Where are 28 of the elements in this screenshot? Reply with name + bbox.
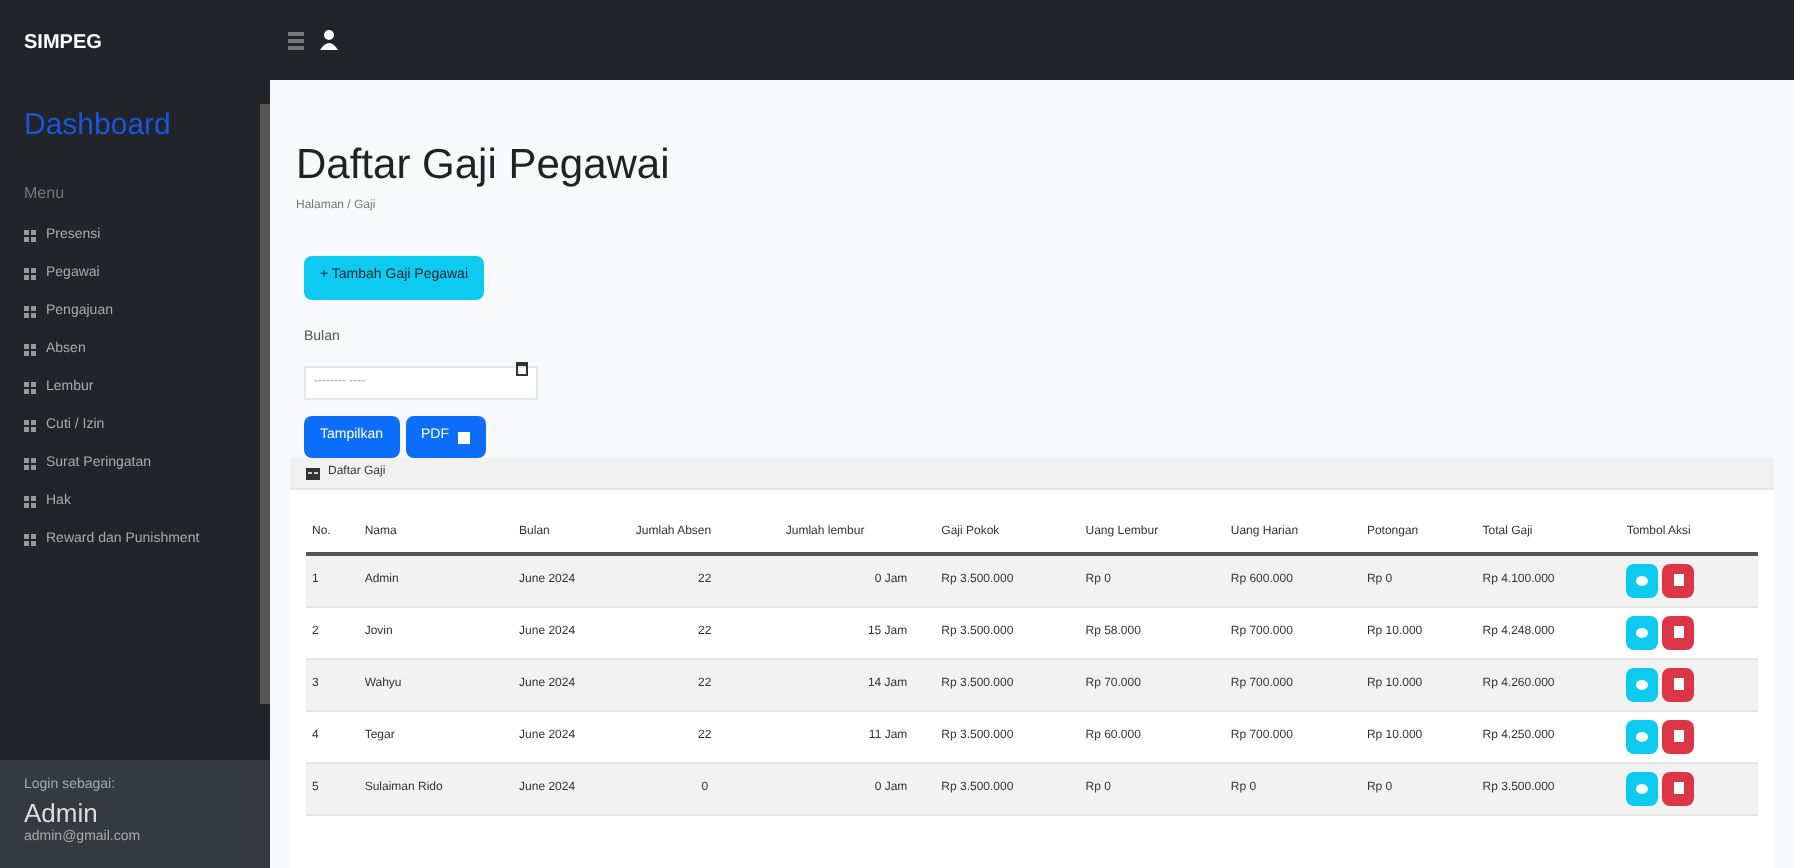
eye-icon — [1636, 731, 1649, 741]
page-title: Daftar Gaji Pegawai — [296, 140, 672, 192]
menu-heading: Menu — [24, 181, 67, 205]
delete-button[interactable] — [1662, 667, 1695, 701]
grid-icon — [24, 533, 36, 545]
calendar-icon[interactable] — [516, 362, 528, 376]
user-icon[interactable] — [320, 30, 338, 50]
delete-button[interactable] — [1662, 615, 1695, 649]
scrollbar[interactable] — [260, 104, 270, 704]
menu-icon[interactable] — [288, 31, 304, 49]
grid-icon — [24, 381, 36, 393]
eye-icon — [1636, 783, 1649, 793]
grid-icon — [24, 495, 36, 507]
brand-name[interactable]: SIMPEG — [24, 32, 102, 54]
grid-icon — [24, 457, 36, 469]
user-name: Admin — [24, 797, 100, 827]
eye-icon — [1636, 627, 1649, 637]
grid-icon — [24, 419, 36, 431]
grid-icon — [24, 305, 36, 317]
delete-button[interactable] — [1662, 771, 1695, 805]
delete-button[interactable] — [1662, 563, 1695, 598]
eye-icon — [1636, 575, 1649, 586]
grid-icon — [24, 267, 36, 279]
table-icon — [306, 467, 320, 479]
grid-icon — [24, 229, 36, 241]
delete-button[interactable] — [1662, 719, 1695, 753]
grid-icon — [24, 343, 36, 355]
eye-icon — [1636, 679, 1649, 689]
